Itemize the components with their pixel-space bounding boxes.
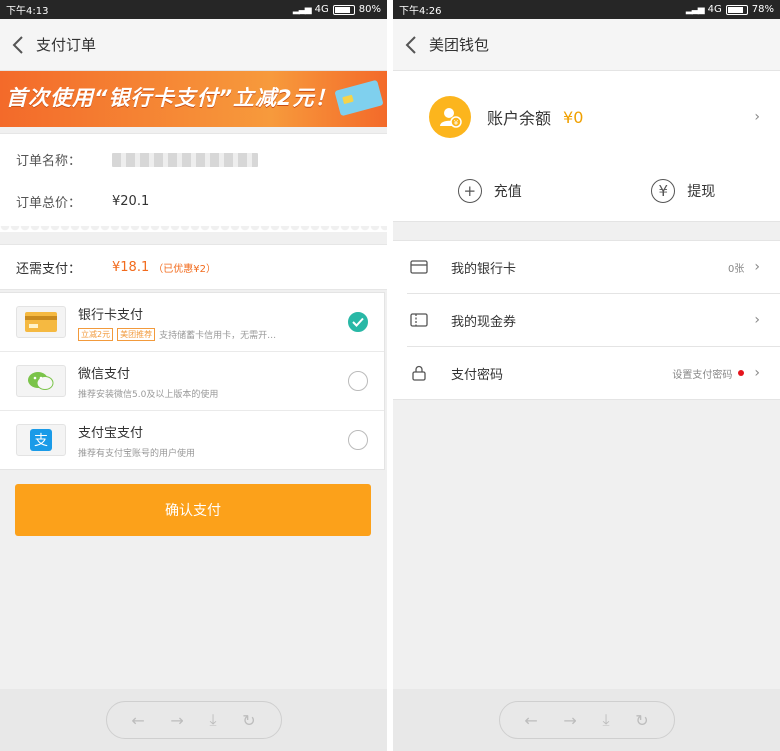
status-bar: 下午4:26 ▂▃▅ 4G 78% <box>393 0 780 19</box>
discount-tag: 立减2元 <box>78 327 114 341</box>
balance-label: 账户余额 <box>487 109 552 128</box>
chevron-right-icon: › <box>754 109 760 125</box>
svg-text:支: 支 <box>34 433 48 449</box>
wechat-icon <box>16 365 66 397</box>
yen-circle-icon: ¥ <box>651 179 676 203</box>
signal-icon: ▂▃▅ <box>685 4 705 15</box>
wallet-user-icon: ¥ <box>429 96 471 138</box>
browser-toolbar: ← → ⤓ ↻ <box>393 689 780 751</box>
promo-banner[interactable]: 首次使用“银行卡支付”立减2元！ <box>0 71 387 127</box>
chevron-left-icon <box>12 35 23 54</box>
chevron-right-icon: › <box>754 312 760 328</box>
set-password-hint: 设置支付密码 <box>672 369 733 381</box>
plus-circle-icon: + <box>457 179 482 203</box>
nav-bar: 支付订单 <box>0 19 387 71</box>
payment-method-alipay[interactable]: 支 支付宝支付 推荐有支付宝账号的用户使用 <box>0 411 384 469</box>
promo-banner-text: 首次使用“银行卡支付”立减2元！ <box>6 86 337 110</box>
download-icon[interactable]: ⤓ <box>602 710 609 730</box>
chevron-right-icon: › <box>754 259 760 275</box>
battery-level: 78% <box>751 4 774 15</box>
unselected-radio-icon[interactable] <box>348 371 368 391</box>
card-icon <box>407 260 431 274</box>
payment-method-wechat[interactable]: 微信支付 推荐安装微信5.0及以上版本的使用 <box>0 352 384 411</box>
bank-card-count: 0张 <box>728 263 745 275</box>
status-time: 下午4:13 <box>6 6 49 17</box>
amount-due: 还需支付： ¥18.1 （已优惠¥2） <box>0 244 387 290</box>
amount-due-value: ¥18.1 <box>112 259 150 275</box>
menu-item-pay-password[interactable]: 支付密码 设置支付密码 › <box>407 347 780 399</box>
balance-row[interactable]: ¥ 账户余额 ¥0 › <box>429 95 760 139</box>
bank-card-icon <box>16 306 66 338</box>
chevron-left-icon <box>405 35 416 54</box>
recharge-button[interactable]: + 充值 <box>393 179 587 203</box>
bank-card-icon <box>334 79 384 117</box>
notification-dot <box>738 370 745 376</box>
battery-icon <box>725 4 748 15</box>
payment-method-name: 微信支付 <box>78 366 131 382</box>
browser-toolbar: ← → ⤓ ↻ <box>0 689 387 751</box>
network-type: 4G <box>314 4 329 15</box>
confirm-pay-button[interactable]: 确认支付 <box>15 484 371 536</box>
signal-icon: ▂▃▅ <box>292 4 312 15</box>
wallet-menu: 我的银行卡 0张 › 我的现金券 › 支付密码 设置支付密码 › <box>393 240 780 400</box>
menu-item-label: 我的银行卡 <box>451 261 517 277</box>
refresh-icon[interactable]: ↻ <box>635 711 648 730</box>
back-button[interactable] <box>0 19 36 71</box>
status-bar: 下午4:13 ▂▃▅ 4G 80% <box>0 0 387 19</box>
nav-bar: 美团钱包 <box>393 19 780 71</box>
page-title: 支付订单 <box>36 36 97 54</box>
refresh-icon[interactable]: ↻ <box>242 711 255 730</box>
payment-order-screen: 下午4:13 ▂▃▅ 4G 80% 支付订单 首次使用“银行卡支付”立减2元！ … <box>0 0 387 751</box>
menu-item-vouchers[interactable]: 我的现金券 › <box>407 294 780 347</box>
menu-item-bank-cards[interactable]: 我的银行卡 0张 › <box>407 241 780 294</box>
status-time: 下午4:26 <box>399 6 442 17</box>
order-name-redacted <box>112 152 258 167</box>
menu-item-label: 支付密码 <box>451 367 504 383</box>
payment-methods: 银行卡支付 立减2元 美团推荐 支持储蓄卡信用卡，无需开… 微信支付 推荐安装微… <box>0 292 385 470</box>
page-title: 美团钱包 <box>429 36 490 54</box>
withdraw-label: 提现 <box>687 184 716 200</box>
alipay-icon: 支 <box>16 424 66 456</box>
back-button[interactable] <box>393 19 429 71</box>
discount-note: （已优惠¥2） <box>153 263 216 275</box>
network-type: 4G <box>707 4 722 15</box>
unselected-radio-icon[interactable] <box>348 430 368 450</box>
payment-method-name: 银行卡支付 <box>78 307 144 323</box>
battery-icon <box>332 4 355 15</box>
withdraw-button[interactable]: ¥ 提现 <box>587 179 780 203</box>
download-icon[interactable]: ⤓ <box>209 710 216 730</box>
order-name-label: 订单名称： <box>16 154 82 169</box>
amount-due-label: 还需支付： <box>16 261 82 277</box>
svg-text:¥: ¥ <box>454 119 459 127</box>
arrow-right-icon[interactable]: → <box>170 711 183 730</box>
wallet-screen: 下午4:26 ▂▃▅ 4G 78% 美团钱包 ¥ 账户余额 ¥0 › + 充值 <box>393 0 780 751</box>
lock-icon <box>407 365 431 381</box>
payment-method-name: 支付宝支付 <box>78 425 144 441</box>
order-total-value: ¥20.1 <box>112 194 150 209</box>
chevron-right-icon: › <box>754 365 760 381</box>
selected-check-icon[interactable] <box>348 312 368 332</box>
arrow-right-icon[interactable]: → <box>563 711 576 730</box>
payment-method-desc: 推荐有支付宝账号的用户使用 <box>78 448 196 459</box>
order-info: 订单名称： 订单总价： ¥20.1 <box>0 133 387 226</box>
voucher-icon <box>407 313 431 327</box>
payment-method-desc: 支持储蓄卡信用卡，无需开… <box>159 330 277 341</box>
menu-item-label: 我的现金券 <box>451 314 517 330</box>
wallet-actions: + 充值 ¥ 提现 <box>393 179 780 203</box>
arrow-left-icon[interactable]: ← <box>524 711 537 730</box>
recommend-tag: 美团推荐 <box>117 327 156 341</box>
recharge-label: 充值 <box>493 184 522 200</box>
balance-value: ¥0 <box>563 107 584 127</box>
order-total-label: 订单总价： <box>16 196 82 211</box>
wallet-summary: ¥ 账户余额 ¥0 › + 充值 ¥ 提现 <box>393 71 780 222</box>
arrow-left-icon[interactable]: ← <box>131 711 144 730</box>
payment-method-bank-card[interactable]: 银行卡支付 立减2元 美团推荐 支持储蓄卡信用卡，无需开… <box>0 293 384 352</box>
battery-level: 80% <box>358 4 381 15</box>
receipt-edge <box>0 226 387 232</box>
payment-method-desc: 推荐安装微信5.0及以上版本的使用 <box>78 389 219 400</box>
